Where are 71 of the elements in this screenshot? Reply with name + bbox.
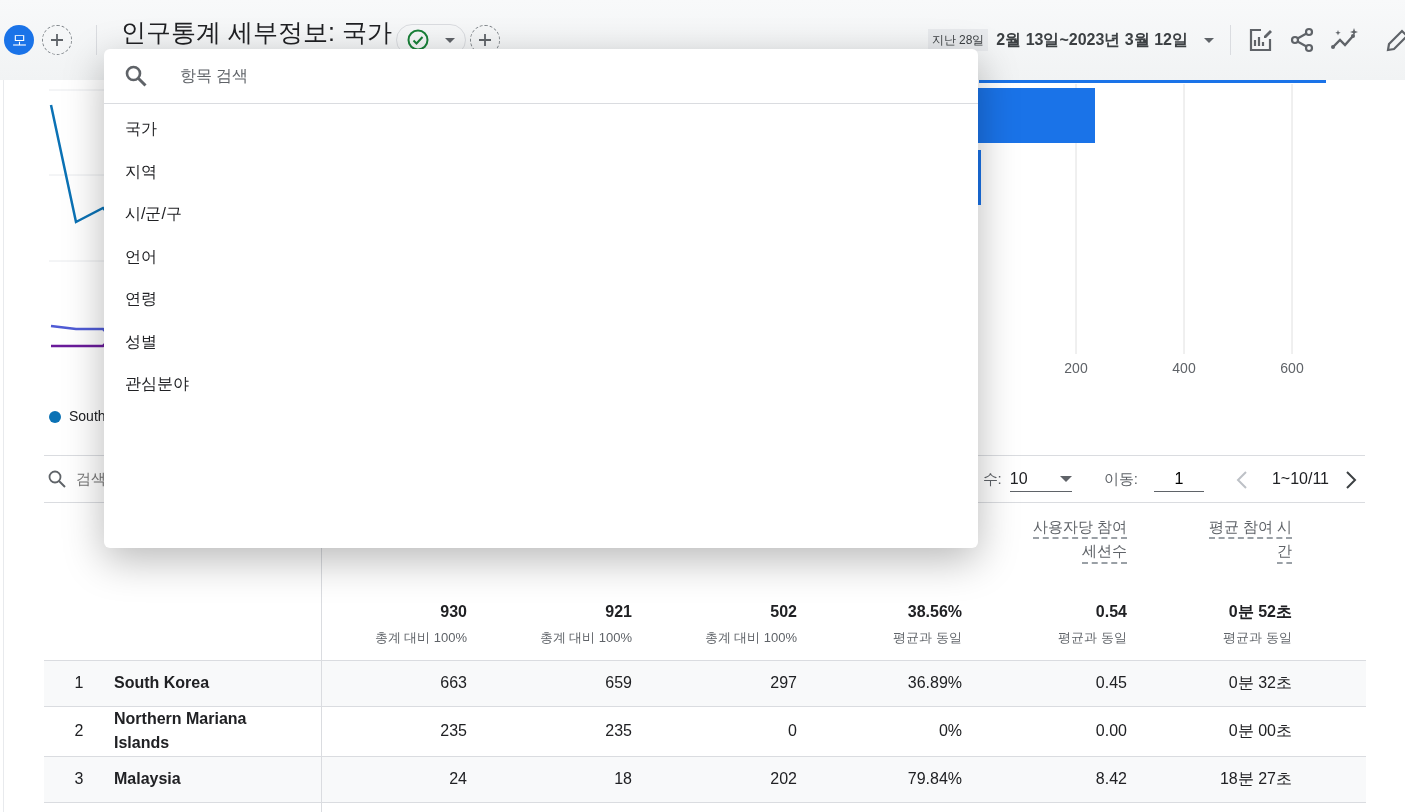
country-name: Malaysia [114, 769, 182, 789]
chart-edit-icon[interactable] [1247, 27, 1273, 53]
total-note: 총계 대비 100% [538, 629, 632, 647]
menu-item[interactable]: 국가 [125, 117, 157, 142]
avatar[interactable]: 모 [4, 25, 34, 55]
column-header[interactable]: 평균 참여 시 [1208, 517, 1292, 540]
total-value: 0.54 [1094, 602, 1127, 622]
table-cell: 0.00 [1095, 722, 1127, 739]
pencil-icon[interactable] [1385, 27, 1405, 53]
menu-item[interactable]: 시/군/구 [125, 202, 182, 227]
share-icon[interactable] [1289, 27, 1315, 53]
caret-icon [1059, 475, 1072, 482]
total-note: 총계 대비 100% [703, 629, 797, 647]
search-icon [48, 470, 66, 488]
total-note: 평균과 동일 [892, 629, 962, 647]
go-to-label: 이동: [1102, 468, 1138, 489]
country-name: Northern Mariana Islands [114, 709, 248, 753]
table-cell: 36.89% [907, 674, 962, 691]
table-cell: 0% [938, 722, 962, 739]
table-cell: 79.84% [907, 770, 962, 787]
total-value: 921 [604, 602, 632, 622]
table-cell: 202 [770, 770, 797, 787]
date-range-button[interactable]: 2월 13일~2023년 3월 12일 [996, 28, 1214, 52]
total-note: 평균과 동일 [1057, 629, 1127, 647]
plus-icon [49, 32, 65, 48]
column-header[interactable]: 세션수 [1082, 541, 1127, 564]
table-cell: 235 [440, 722, 467, 739]
row-number: 2 [73, 721, 85, 741]
menu-item[interactable]: 연령 [125, 287, 157, 312]
country-name: South Korea [114, 673, 211, 693]
total-value: 930 [439, 602, 467, 622]
page-title: 인구통계 세부정보: 국가 [121, 19, 392, 47]
caret-icon [444, 37, 455, 43]
menu-item[interactable]: 지역 [125, 159, 157, 184]
table-cell: 235 [605, 722, 632, 739]
bar [978, 150, 981, 205]
table-cell: 659 [605, 674, 632, 691]
total-note: 평균과 동일 [1222, 629, 1292, 647]
column-header[interactable]: 간 [1277, 541, 1292, 564]
table-cell: 0 [788, 722, 797, 739]
legend-dot-icon [49, 410, 61, 423]
table-cell: 663 [440, 674, 467, 691]
axis-label: 600 [1280, 360, 1304, 376]
row-number: 1 [73, 673, 85, 693]
axis-label: 200 [1064, 360, 1088, 376]
plus-icon [476, 32, 493, 48]
search-icon [124, 64, 148, 88]
table-cell: 18분 27초 [1219, 770, 1292, 787]
menu-item[interactable]: 성별 [125, 329, 157, 354]
total-value: 502 [769, 602, 797, 622]
table-cell: 18 [614, 770, 632, 787]
menu-item[interactable]: 언어 [125, 244, 157, 269]
table-cell: 24 [449, 770, 467, 787]
table-cell: 0분 00초 [1228, 722, 1292, 739]
axis-label: 400 [1172, 360, 1196, 376]
page-range: 1~10/11 [1271, 469, 1329, 489]
caret-icon [1204, 37, 1214, 43]
total-note: 총계 대비 100% [373, 629, 467, 647]
check-circle-icon [406, 29, 429, 51]
rows-per-page-select[interactable]: 10 [1009, 466, 1072, 492]
row-number: 3 [73, 769, 85, 789]
table-cell: 297 [770, 674, 797, 691]
column-header[interactable]: 사용자당 참여 [1032, 517, 1127, 540]
table-cell: 8.42 [1095, 770, 1127, 787]
total-value: 38.56% [906, 602, 962, 622]
menu-item[interactable]: 관심분야 [125, 372, 189, 397]
total-value: 0분 52초 [1227, 602, 1292, 622]
table-cell: 0.45 [1095, 674, 1127, 691]
date-preset-label: 지난 28일 [927, 29, 989, 51]
rows-per-page-label: 수: [982, 468, 1002, 489]
table-cell: 0분 32초 [1228, 674, 1292, 691]
